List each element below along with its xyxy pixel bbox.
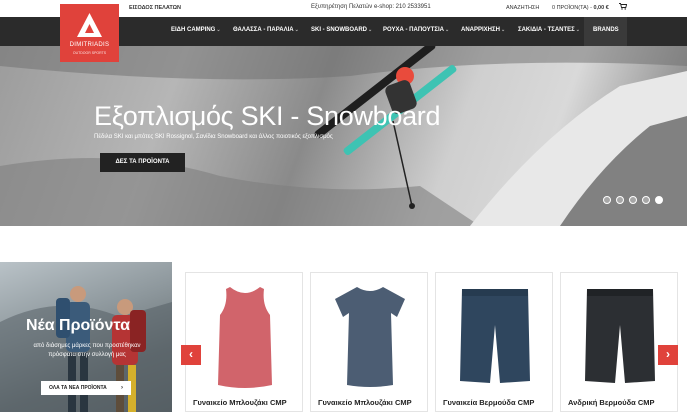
cart-total: 0,00 € bbox=[593, 5, 609, 11]
logo-tagline: OUTDOOR SPORTS bbox=[72, 51, 107, 55]
product-image-tshirt bbox=[335, 287, 405, 387]
product-image-tank-top bbox=[218, 287, 272, 388]
nav-item-climbing[interactable]: ΑΝΑΡΡΙΧΗΣΗ⌄ bbox=[461, 27, 505, 33]
logo-brand: DIMITRIADIS bbox=[69, 42, 110, 48]
slider-dot[interactable] bbox=[642, 196, 650, 204]
new-products-promo: Νέα Προϊόντα από διάσημες μάρκες που προ… bbox=[0, 262, 172, 412]
nav-label: ΕΙΔΗ CAMPING bbox=[171, 27, 216, 33]
nav-item-clothing[interactable]: ΡΟΥΧΑ - ΠΑΠΟΥΤΣΙΑ⌄ bbox=[383, 27, 449, 33]
button-label: ΟΛΑ ΤΑ ΝΕΑ ΠΡΟΪΟΝΤΑ bbox=[49, 385, 107, 391]
chevron-down-icon: ⌄ bbox=[294, 27, 299, 33]
product-card[interactable]: Γυναικεία Βερμούδα CMP bbox=[435, 272, 553, 412]
nav-item-backpacks[interactable]: ΣΑΚΙΔΙΑ - ΤΣΑΝΤΕΣ⌄ bbox=[518, 27, 580, 33]
cart-count: 0 ΠΡΟΪΟΝ(ΤΑ) - bbox=[552, 5, 592, 11]
chevron-left-icon: ‹ bbox=[189, 347, 193, 361]
promo-title: Νέα Προϊόντα bbox=[26, 317, 130, 334]
chevron-right-icon: › bbox=[666, 347, 670, 361]
nav-item-beach[interactable]: ΘΑΛΑΣΣΑ - ΠΑΡΑΛΙΑ⌄ bbox=[233, 27, 299, 33]
slider-dot-active[interactable] bbox=[655, 196, 663, 204]
chevron-right-icon: › bbox=[121, 385, 123, 391]
product-name[interactable]: Γυναικείο Μπλουζάκι CMP bbox=[193, 398, 299, 407]
product-image-shorts bbox=[585, 289, 655, 383]
nav-label: BRANDS bbox=[593, 27, 619, 33]
hero-cta-button[interactable]: ΔΕΣ ΤΑ ΠΡΟΪΟΝΤΑ bbox=[100, 153, 185, 172]
nav-label: ΣΑΚΙΔΙΑ - ΤΣΑΝΤΕΣ bbox=[518, 27, 575, 33]
product-card[interactable]: Γυναικείο Μπλουζάκι CMP bbox=[310, 272, 428, 412]
slider-dot[interactable] bbox=[603, 196, 611, 204]
product-image-shorts bbox=[460, 289, 530, 383]
chevron-down-icon: ⌄ bbox=[216, 27, 221, 33]
nav-label: ΑΝΑΡΡΙΧΗΣΗ bbox=[461, 27, 500, 33]
login-link[interactable]: ΕΙΣΟΔΟΣ ΠΕΛΑΤΩΝ bbox=[129, 5, 181, 11]
nav-label: ΡΟΥΧΑ - ΠΑΠΟΥΤΣΙΑ bbox=[383, 27, 444, 33]
hero-subtitle: Πέδιλα SKI και μπότες SKI Rossignol, Σαν… bbox=[94, 134, 333, 140]
product-name[interactable]: Γυναικείο Μπλουζάκι CMP bbox=[318, 398, 424, 407]
nav-label: ΘΑΛΑΣΣΑ - ΠΑΡΑΛΙΑ bbox=[233, 27, 294, 33]
cart-icon[interactable] bbox=[619, 3, 627, 10]
slider-dot[interactable] bbox=[616, 196, 624, 204]
carousel-next-button[interactable]: › bbox=[658, 345, 678, 365]
chevron-down-icon: ⌄ bbox=[575, 27, 580, 33]
carousel-prev-button[interactable]: ‹ bbox=[181, 345, 201, 365]
mountain-logo-icon bbox=[77, 13, 102, 37]
search-link[interactable]: ΑΝΑΖΗΤΗΣΗ bbox=[506, 5, 539, 11]
hero-title: Εξοπλισμός SKI - Snowboard bbox=[94, 101, 441, 131]
hero-slider: Εξοπλισμός SKI - Snowboard Πέδιλα SKI κα… bbox=[0, 46, 687, 226]
product-name[interactable]: Ανδρική Βερμούδα CMP bbox=[568, 398, 674, 407]
nav-item-ski[interactable]: SKI - SNOWBOARD⌄ bbox=[311, 27, 372, 33]
support-phone: Εξυπηρέτηση Πελατών e-shop: 210 2533951 bbox=[311, 4, 431, 10]
nav-item-brands[interactable]: BRANDS bbox=[584, 17, 627, 46]
nav-label: SKI - SNOWBOARD bbox=[311, 27, 367, 33]
site-logo[interactable]: DIMITRIADIS OUTDOOR SPORTS bbox=[60, 4, 119, 62]
promo-subtitle: από διάσημες μάρκες που προστέθηκαν πρόσ… bbox=[33, 343, 141, 358]
product-name[interactable]: Γυναικεία Βερμούδα CMP bbox=[443, 398, 549, 407]
product-card[interactable]: Ανδρική Βερμούδα CMP bbox=[560, 272, 678, 412]
all-new-products-button[interactable]: ΟΛΑ ΤΑ ΝΕΑ ΠΡΟΪΟΝΤΑ › bbox=[41, 381, 131, 395]
chevron-down-icon: ⌄ bbox=[500, 27, 506, 33]
product-card[interactable]: Γυναικείο Μπλουζάκι CMP bbox=[185, 272, 303, 412]
chevron-down-icon: ⌄ bbox=[444, 27, 450, 33]
nav-item-camping[interactable]: ΕΙΔΗ CAMPING⌄ bbox=[171, 27, 221, 33]
chevron-down-icon: ⌄ bbox=[368, 27, 373, 33]
slider-dot[interactable] bbox=[629, 196, 637, 204]
cart-summary[interactable]: 0 ΠΡΟΪΟΝ(ΤΑ) - 0,00 € bbox=[552, 5, 609, 11]
